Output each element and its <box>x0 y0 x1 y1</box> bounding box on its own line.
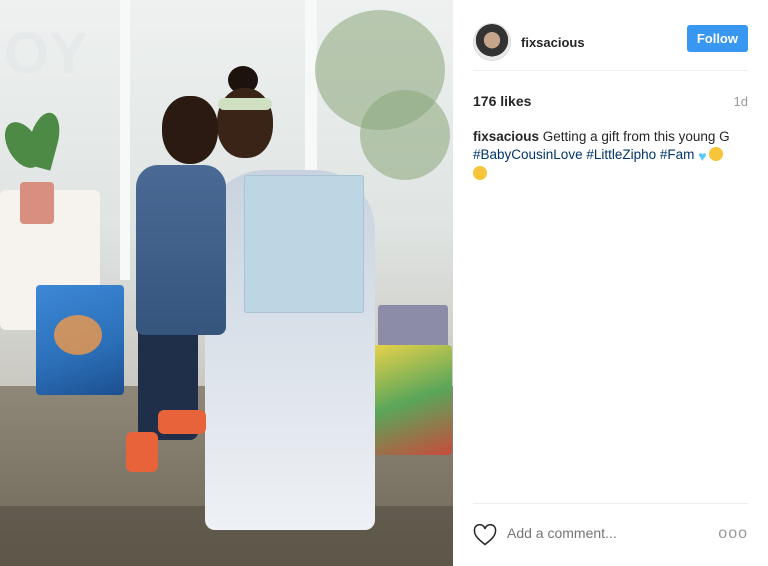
caption-text: Getting a gift from this young G <box>542 129 730 144</box>
blue-heart-emoji: ♥ <box>698 148 707 164</box>
post-sidebar: fixsacious Follow 176 likes 1d fixsaciou… <box>453 0 768 566</box>
post-photo[interactable]: OY <box>0 0 453 566</box>
heart-eyes-emoji <box>708 147 723 161</box>
heart-outline-icon[interactable] <box>473 524 497 546</box>
window-frame <box>120 0 130 280</box>
comment-bar: ooo <box>473 503 748 566</box>
more-options-icon[interactable]: ooo <box>718 526 748 542</box>
hashtag[interactable]: #BabyCousinLove <box>473 147 583 162</box>
gift-bag-left <box>36 285 124 395</box>
boy-head <box>162 96 218 164</box>
sneaker <box>158 410 206 434</box>
blue-gift-bag <box>244 175 364 313</box>
plant-pot <box>20 182 54 224</box>
username-link[interactable]: fixsacious <box>521 35 585 50</box>
balloon-letters: OY <box>4 21 88 86</box>
caption-username[interactable]: fixsacious <box>473 129 539 144</box>
avatar[interactable] <box>473 23 511 61</box>
wink-kiss-emoji <box>473 166 487 180</box>
flower-crown <box>218 98 272 110</box>
tree <box>360 90 450 180</box>
comment-input[interactable] <box>507 525 707 541</box>
post-header: fixsacious Follow <box>473 14 748 71</box>
follow-button[interactable]: Follow <box>686 25 748 52</box>
caption: fixsacious Getting a gift from this youn… <box>473 128 748 183</box>
hashtag[interactable]: #Fam <box>660 147 695 162</box>
instagram-post: OY fixsacious Follow 176 likes 1d fixsac… <box>0 0 768 566</box>
gift-bag-right <box>372 345 452 455</box>
hashtag[interactable]: #LittleZipho <box>586 147 656 162</box>
likes-count[interactable]: 176 likes <box>473 93 531 109</box>
post-meta: 176 likes 1d <box>473 93 748 109</box>
sneaker <box>126 432 158 472</box>
boy-figure <box>136 165 226 335</box>
post-age[interactable]: 1d <box>734 94 748 109</box>
